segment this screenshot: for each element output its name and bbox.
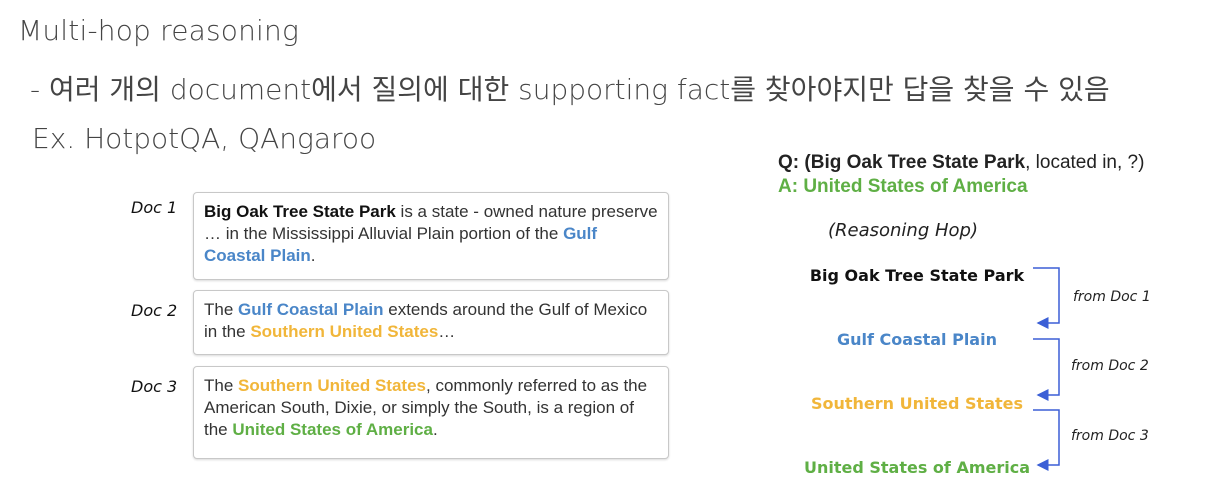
hop-arrows [1033, 267, 1060, 471]
hop-arrow-2 [1033, 338, 1060, 401]
hop-arrow-1 [1033, 267, 1060, 329]
hop-arrow-3 [1033, 409, 1060, 471]
